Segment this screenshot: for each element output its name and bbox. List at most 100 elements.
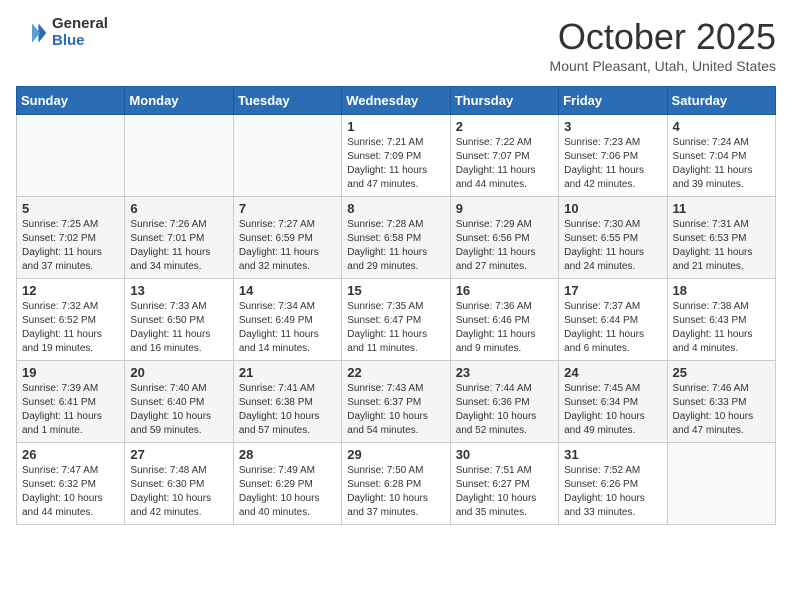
day-info: Sunrise: 7:32 AM Sunset: 6:52 PM Dayligh… (22, 300, 119, 356)
day-info: Sunrise: 7:26 AM Sunset: 7:01 PM Dayligh… (130, 218, 227, 274)
day-info: Sunrise: 7:22 AM Sunset: 7:07 PM Dayligh… (456, 136, 553, 192)
day-info: Sunrise: 7:27 AM Sunset: 6:59 PM Dayligh… (239, 218, 336, 274)
weekday-header-saturday: Saturday (667, 87, 775, 115)
day-number: 13 (130, 283, 227, 298)
weekday-header-monday: Monday (125, 87, 233, 115)
calendar-cell: 18 Sunrise: 7:38 AM Sunset: 6:43 PM Dayli… (667, 279, 775, 361)
day-info: Sunrise: 7:35 AM Sunset: 6:47 PM Dayligh… (347, 300, 444, 356)
day-number: 5 (22, 201, 119, 216)
day-number: 26 (22, 447, 119, 462)
day-number: 18 (673, 283, 770, 298)
title-block: October 2025 Mount Pleasant, Utah, Unite… (550, 16, 776, 74)
day-number: 20 (130, 365, 227, 380)
calendar-cell: 10Sunrise: 7:30 AM Sunset: 6:55 PM Dayli… (559, 197, 667, 279)
day-info: Sunrise: 7:51 AM Sunset: 6:27 PM Dayligh… (456, 464, 553, 520)
day-info: Sunrise: 7:25 AM Sunset: 7:02 PM Dayligh… (22, 218, 119, 274)
calendar-cell: 26 Sunrise: 7:47 AM Sunset: 6:32 PM Dayli… (17, 443, 125, 525)
day-number: 12 (22, 283, 119, 298)
calendar-week-2: 5 Sunrise: 7:25 AM Sunset: 7:02 PM Daylig… (17, 197, 776, 279)
day-info: Sunrise: 7:52 AM Sunset: 6:26 PM Dayligh… (564, 464, 661, 520)
day-info: Sunrise: 7:24 AM Sunset: 7:04 PM Dayligh… (673, 136, 770, 192)
day-info: Sunrise: 7:30 AM Sunset: 6:55 PM Dayligh… (564, 218, 661, 274)
calendar-cell: 19 Sunrise: 7:39 AM Sunset: 6:41 PM Dayli… (17, 361, 125, 443)
day-info: Sunrise: 7:38 AM Sunset: 6:43 PM Dayligh… (673, 300, 770, 356)
logo-general: General (52, 16, 108, 33)
day-info: Sunrise: 7:41 AM Sunset: 6:38 PM Dayligh… (239, 382, 336, 438)
calendar-cell: 28 Sunrise: 7:49 AM Sunset: 6:29 PM Dayli… (233, 443, 341, 525)
day-info: Sunrise: 7:43 AM Sunset: 6:37 PM Dayligh… (347, 382, 444, 438)
day-number: 24 (564, 365, 661, 380)
weekday-header-thursday: Thursday (450, 87, 558, 115)
calendar-cell: 22 Sunrise: 7:43 AM Sunset: 6:37 PM Dayli… (342, 361, 450, 443)
day-number: 8 (347, 201, 444, 216)
calendar-cell: 30 Sunrise: 7:51 AM Sunset: 6:27 PM Dayli… (450, 443, 558, 525)
day-info: Sunrise: 7:45 AM Sunset: 6:34 PM Dayligh… (564, 382, 661, 438)
weekday-header-sunday: Sunday (17, 87, 125, 115)
logo-text: General Blue (52, 16, 108, 49)
calendar-cell: 12 Sunrise: 7:32 AM Sunset: 6:52 PM Dayli… (17, 279, 125, 361)
day-info: Sunrise: 7:33 AM Sunset: 6:50 PM Dayligh… (130, 300, 227, 356)
day-info: Sunrise: 7:40 AM Sunset: 6:40 PM Dayligh… (130, 382, 227, 438)
day-number: 15 (347, 283, 444, 298)
logo-blue: Blue (52, 33, 108, 50)
calendar-cell: 3Sunrise: 7:23 AM Sunset: 7:06 PM Daylig… (559, 115, 667, 197)
day-number: 14 (239, 283, 336, 298)
day-number: 3 (564, 119, 661, 134)
day-info: Sunrise: 7:28 AM Sunset: 6:58 PM Dayligh… (347, 218, 444, 274)
weekday-header-row: SundayMondayTuesdayWednesdayThursdayFrid… (17, 87, 776, 115)
calendar-cell: 23 Sunrise: 7:44 AM Sunset: 6:36 PM Dayli… (450, 361, 558, 443)
day-number: 6 (130, 201, 227, 216)
calendar-cell (667, 443, 775, 525)
calendar-cell: 20 Sunrise: 7:40 AM Sunset: 6:40 PM Dayli… (125, 361, 233, 443)
day-number: 23 (456, 365, 553, 380)
day-info: Sunrise: 7:46 AM Sunset: 6:33 PM Dayligh… (673, 382, 770, 438)
day-number: 11 (673, 201, 770, 216)
day-number: 4 (673, 119, 770, 134)
weekday-header-wednesday: Wednesday (342, 87, 450, 115)
day-number: 16 (456, 283, 553, 298)
calendar-cell: 1Sunrise: 7:21 AM Sunset: 7:09 PM Daylig… (342, 115, 450, 197)
day-info: Sunrise: 7:37 AM Sunset: 6:44 PM Dayligh… (564, 300, 661, 356)
logo-icon (16, 17, 48, 49)
calendar-week-3: 12 Sunrise: 7:32 AM Sunset: 6:52 PM Dayli… (17, 279, 776, 361)
calendar-cell: 13 Sunrise: 7:33 AM Sunset: 6:50 PM Dayli… (125, 279, 233, 361)
calendar-week-1: 1Sunrise: 7:21 AM Sunset: 7:09 PM Daylig… (17, 115, 776, 197)
calendar-cell: 6 Sunrise: 7:26 AM Sunset: 7:01 PM Daylig… (125, 197, 233, 279)
calendar-cell (17, 115, 125, 197)
day-info: Sunrise: 7:47 AM Sunset: 6:32 PM Dayligh… (22, 464, 119, 520)
day-number: 29 (347, 447, 444, 462)
weekday-header-friday: Friday (559, 87, 667, 115)
day-number: 19 (22, 365, 119, 380)
day-number: 28 (239, 447, 336, 462)
day-number: 17 (564, 283, 661, 298)
calendar-week-4: 19 Sunrise: 7:39 AM Sunset: 6:41 PM Dayli… (17, 361, 776, 443)
day-info: Sunrise: 7:39 AM Sunset: 6:41 PM Dayligh… (22, 382, 119, 438)
page-header: General Blue October 2025 Mount Pleasant… (16, 16, 776, 74)
calendar-cell: 2Sunrise: 7:22 AM Sunset: 7:07 PM Daylig… (450, 115, 558, 197)
day-number: 31 (564, 447, 661, 462)
day-info: Sunrise: 7:44 AM Sunset: 6:36 PM Dayligh… (456, 382, 553, 438)
day-number: 22 (347, 365, 444, 380)
day-info: Sunrise: 7:48 AM Sunset: 6:30 PM Dayligh… (130, 464, 227, 520)
day-number: 21 (239, 365, 336, 380)
day-number: 30 (456, 447, 553, 462)
calendar-cell: 7Sunrise: 7:27 AM Sunset: 6:59 PM Daylig… (233, 197, 341, 279)
calendar-cell (125, 115, 233, 197)
day-info: Sunrise: 7:31 AM Sunset: 6:53 PM Dayligh… (673, 218, 770, 274)
month-title: October 2025 (550, 16, 776, 58)
day-info: Sunrise: 7:34 AM Sunset: 6:49 PM Dayligh… (239, 300, 336, 356)
calendar-cell: 15 Sunrise: 7:35 AM Sunset: 6:47 PM Dayli… (342, 279, 450, 361)
logo: General Blue (16, 16, 108, 49)
calendar-cell: 11 Sunrise: 7:31 AM Sunset: 6:53 PM Dayli… (667, 197, 775, 279)
calendar-cell: 17 Sunrise: 7:37 AM Sunset: 6:44 PM Dayli… (559, 279, 667, 361)
calendar-week-5: 26 Sunrise: 7:47 AM Sunset: 6:32 PM Dayli… (17, 443, 776, 525)
day-number: 9 (456, 201, 553, 216)
calendar-cell: 16 Sunrise: 7:36 AM Sunset: 6:46 PM Dayli… (450, 279, 558, 361)
day-info: Sunrise: 7:36 AM Sunset: 6:46 PM Dayligh… (456, 300, 553, 356)
day-info: Sunrise: 7:50 AM Sunset: 6:28 PM Dayligh… (347, 464, 444, 520)
day-info: Sunrise: 7:49 AM Sunset: 6:29 PM Dayligh… (239, 464, 336, 520)
calendar-cell: 9Sunrise: 7:29 AM Sunset: 6:56 PM Daylig… (450, 197, 558, 279)
day-number: 1 (347, 119, 444, 134)
calendar-cell: 8 Sunrise: 7:28 AM Sunset: 6:58 PM Daylig… (342, 197, 450, 279)
location: Mount Pleasant, Utah, United States (550, 58, 776, 74)
